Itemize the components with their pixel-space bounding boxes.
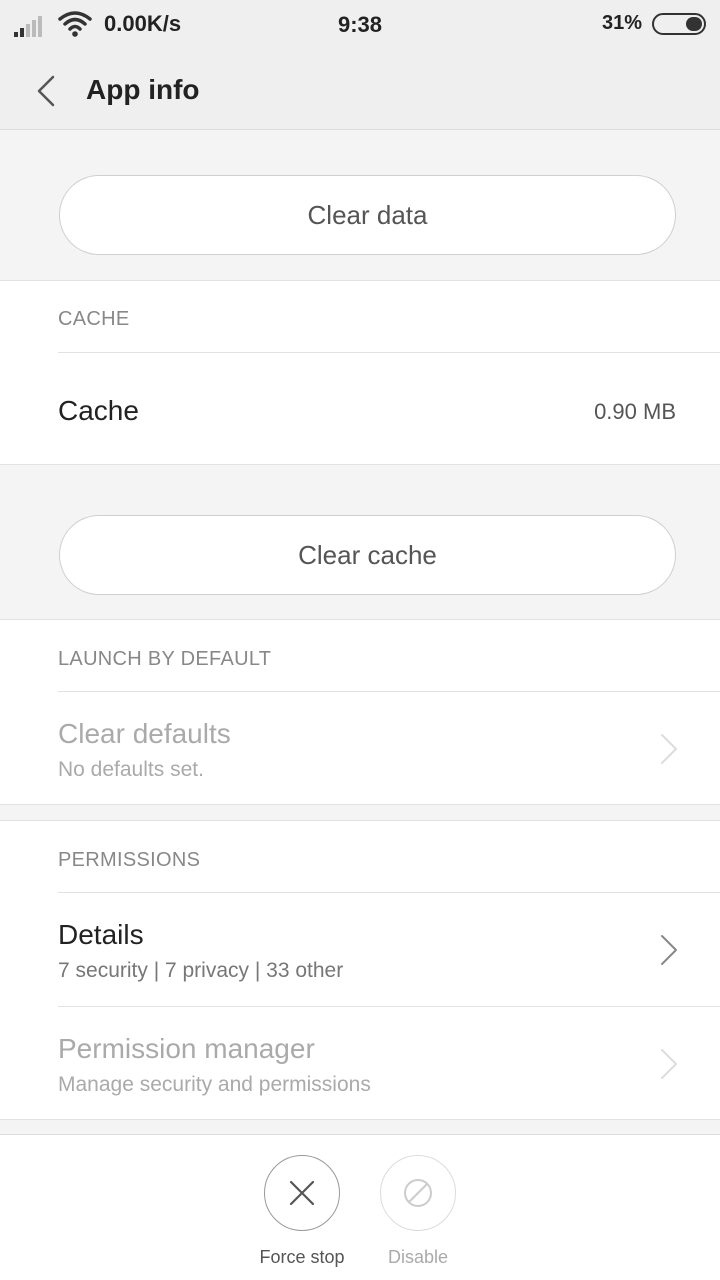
page-title: App info	[86, 74, 200, 105]
disable-button[interactable]: Disable	[360, 1155, 476, 1268]
clear-defaults-subtitle: No defaults set.	[58, 758, 204, 781]
force-stop-button[interactable]: Force stop	[244, 1155, 360, 1268]
chevron-right-icon	[661, 1049, 677, 1079]
status-bar: 0.00K/s 9:38 31%	[0, 0, 720, 52]
permissions-section: PERMISSIONS Details 7 security | 7 priva…	[0, 820, 720, 1120]
permission-details-row[interactable]: Details 7 security | 7 privacy | 33 othe…	[0, 893, 720, 1006]
clear-cache-button[interactable]: Clear cache	[59, 515, 676, 595]
cache-label: Cache	[58, 395, 139, 426]
cache-size-value: 0.90 MB	[594, 399, 676, 424]
status-right: 31%	[602, 12, 708, 35]
launch-by-default-section: LAUNCH BY DEFAULT Clear defaults No defa…	[0, 619, 720, 805]
chevron-left-icon	[37, 75, 55, 107]
divider	[58, 352, 720, 353]
chevron-right-icon	[661, 935, 677, 965]
force-stop-circle	[264, 1155, 340, 1231]
back-button[interactable]	[26, 70, 66, 112]
battery-percent: 31%	[601, 12, 642, 34]
permission-details-subtitle: 7 security | 7 privacy | 33 other	[58, 959, 344, 982]
bottom-action-bar: Force stop Disable	[0, 1134, 720, 1280]
clear-cache-band: Clear cache	[0, 466, 720, 619]
disable-circle	[380, 1155, 456, 1231]
permissions-header: PERMISSIONS	[58, 849, 201, 871]
chevron-right-icon	[661, 734, 677, 764]
battery-icon	[652, 12, 706, 35]
permission-manager-row[interactable]: Permission manager Manage security and p…	[0, 1007, 720, 1120]
clear-data-button[interactable]: Clear data	[59, 175, 676, 255]
title-bar: App info	[0, 52, 720, 130]
permission-manager-subtitle: Manage security and permissions	[58, 1073, 371, 1096]
block-icon	[404, 1179, 432, 1207]
launch-by-default-header: LAUNCH BY DEFAULT	[58, 648, 272, 670]
force-stop-label: Force stop	[259, 1247, 345, 1267]
clear-defaults-row[interactable]: Clear defaults No defaults set.	[0, 692, 720, 805]
clear-data-band: Clear data	[0, 131, 720, 279]
permission-details-title: Details	[58, 919, 144, 950]
cache-section-header: CACHE	[58, 308, 130, 330]
close-icon	[289, 1180, 315, 1206]
disable-label: Disable	[387, 1247, 449, 1267]
clear-defaults-title: Clear defaults	[58, 718, 231, 749]
cache-section: CACHE Cache 0.90 MB	[0, 280, 720, 465]
permission-manager-title: Permission manager	[58, 1033, 315, 1064]
